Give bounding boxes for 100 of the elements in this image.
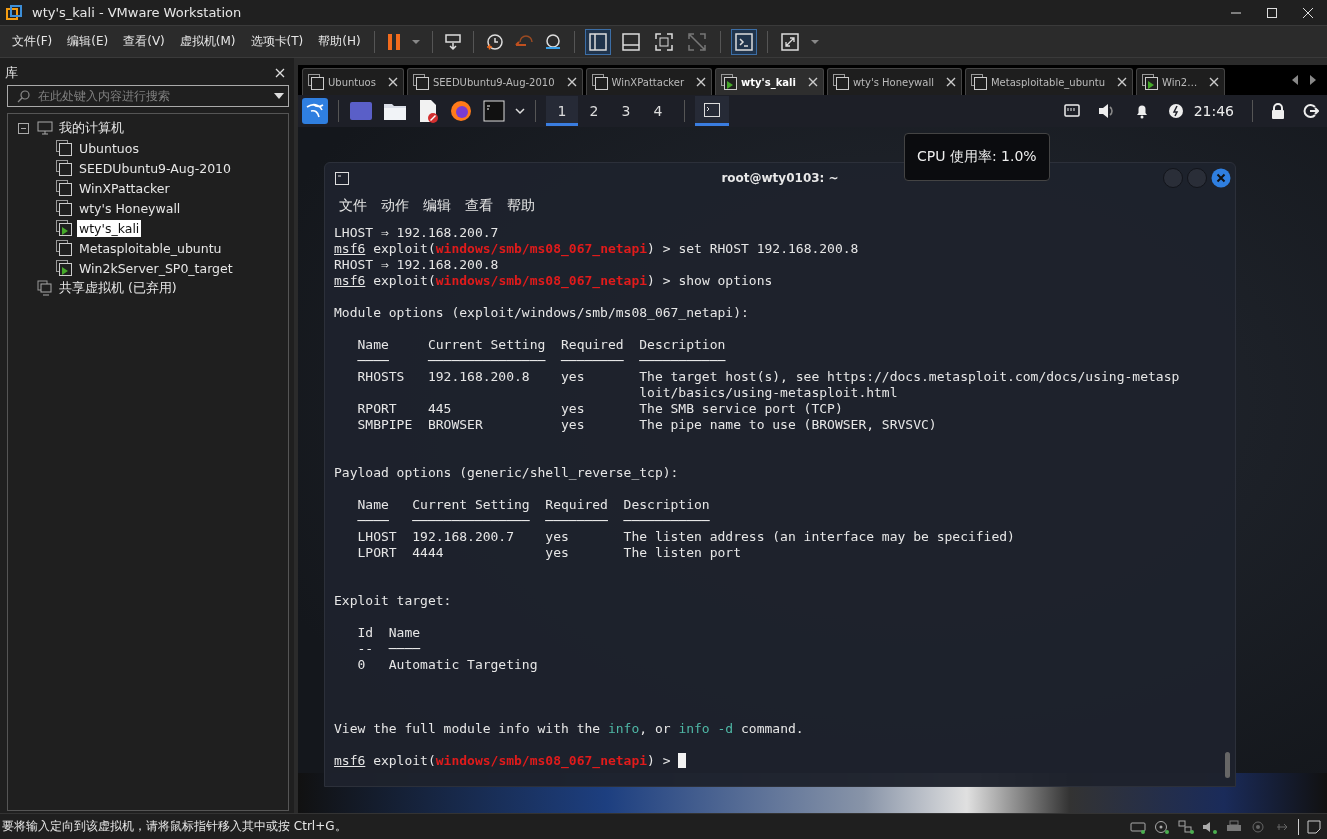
maximize-icon[interactable] [1266, 6, 1278, 19]
scroll-left-icon[interactable] [1291, 75, 1299, 85]
menu-item[interactable]: 文件 [339, 197, 367, 219]
menu-item[interactable]: 选项卡(T) [244, 33, 310, 50]
vm-icon [308, 74, 324, 90]
terminal-line: LPORT 4444 yes The listen port [356, 545, 741, 561]
terminal-line: Id Name [356, 625, 421, 641]
dropdown-caret-icon[interactable] [274, 93, 284, 99]
network-adapter-icon[interactable] [1178, 819, 1194, 834]
close-icon[interactable] [807, 77, 818, 87]
tree-item[interactable]: WinXPattacker [77, 179, 172, 197]
terminal-line: loit/basics/using-metasploit.html [638, 385, 898, 401]
terminal-line: msf6 exploit(windows/smb/ms08_067_netapi) > show options [334, 273, 773, 289]
workspace-button[interactable]: 2 [578, 96, 610, 126]
menu-item[interactable]: 文件(F) [6, 33, 59, 50]
terminal-line: Module options (exploit/windows/smb/ms08_067_netapi): [334, 305, 749, 321]
running-vm-icon [1142, 74, 1158, 90]
terminal-icon[interactable] [483, 100, 505, 122]
vm-tab[interactable]: SEEDUbuntu9-Aug-2010 [406, 68, 583, 95]
menu-item[interactable]: 虚拟机(M) [173, 33, 242, 50]
terminal-icon [704, 102, 720, 117]
sidebar-view-icon[interactable] [585, 29, 610, 54]
close-icon[interactable] [1117, 77, 1127, 87]
close-icon[interactable] [1209, 77, 1220, 87]
vm-icon [970, 74, 987, 90]
menu-item[interactable]: 动作 [381, 197, 409, 219]
stretch-icon[interactable] [778, 30, 801, 53]
vm-tab[interactable]: Ubuntuos [302, 68, 404, 95]
cd-icon[interactable] [1154, 819, 1170, 834]
terminal-line: ──── ─────────────── ──────── ─────────── [356, 353, 726, 369]
menu-item[interactable]: 帮助(H) [312, 33, 367, 50]
power-icon[interactable] [1167, 103, 1184, 119]
tree-item[interactable]: SEEDUbuntu9-Aug-2010 [77, 159, 234, 177]
tooltip: CPU 使用率: 1.0% [904, 133, 1050, 181]
collapse-icon[interactable] [18, 122, 29, 134]
app-logo-icon [6, 4, 22, 21]
tree-item[interactable]: 共享虚拟机 (已弃用) [57, 278, 179, 298]
status-message: 要将输入定向到该虚拟机，请将鼠标指针移入其中或按 Ctrl+G。 [2, 818, 347, 835]
workspace-button[interactable]: 3 [610, 96, 642, 126]
close-icon[interactable] [387, 77, 398, 87]
menu-item[interactable]: 编辑(E) [61, 33, 115, 50]
terminal-line: RHOSTS 192.168.200.8 yes The target host(s), see https://docs.metasploit.com/docs/using-metasp [356, 369, 1180, 385]
close-icon[interactable] [275, 68, 285, 78]
menu-item[interactable]: 查看 [465, 197, 493, 219]
vm-icon [56, 180, 72, 196]
tree-item[interactable]: Win2kServer_SP0_target [77, 259, 235, 277]
scroll-right-icon[interactable] [1309, 75, 1317, 85]
vm-icon [56, 160, 72, 176]
vm-icon [412, 74, 429, 90]
tree-item[interactable]: Metasploitable_ubuntu [77, 239, 224, 257]
note-icon[interactable] [1307, 819, 1321, 834]
scrollbar-thumb[interactable] [1225, 752, 1230, 778]
sound-icon[interactable] [1202, 819, 1218, 834]
menu-item[interactable]: 编辑 [423, 197, 451, 219]
clock[interactable]: 21:46 [1193, 103, 1234, 119]
vm-icon [56, 200, 72, 216]
vm-tab[interactable]: Win2… [1136, 68, 1226, 95]
volume-icon[interactable] [1097, 103, 1116, 119]
menu-item[interactable]: 帮助 [507, 197, 535, 219]
terminal-line: Exploit target: [334, 593, 452, 609]
snapshot-icon[interactable] [484, 32, 505, 51]
terminal-line: Name Current Setting Required Description [356, 497, 710, 513]
terminal-task-button[interactable] [695, 96, 729, 126]
close-icon[interactable] [566, 77, 577, 87]
terminal-line: LHOST ⇒ 192.168.200.7 [334, 225, 499, 241]
vm-tab[interactable]: wty's Honeywall [826, 68, 962, 95]
running-vm-icon [56, 260, 72, 276]
tree-item[interactable]: wty's Honeywall [77, 199, 183, 217]
tree-item[interactable]: 我的计算机 [57, 118, 126, 138]
workspace-button[interactable]: 1 [546, 96, 578, 126]
lock-icon[interactable] [1271, 103, 1285, 119]
menu-item[interactable]: 查看(V) [117, 33, 171, 50]
terminal-icon [335, 171, 349, 185]
panel-title: 库 [5, 64, 18, 82]
search-field[interactable]: 在此处键入内容进行搜索 [7, 85, 289, 107]
text-editor-icon[interactable] [417, 99, 439, 123]
logout-icon[interactable] [1303, 103, 1319, 119]
vm-tab[interactable]: wty's_kali [715, 68, 824, 95]
text-cursor [678, 753, 687, 768]
network-icon[interactable] [1063, 104, 1080, 118]
terminal-line: RHOST ⇒ 192.168.200.8 [334, 257, 499, 273]
vm-icon [56, 140, 72, 156]
close-icon[interactable] [696, 77, 707, 87]
computer-icon [37, 120, 53, 136]
vm-tab[interactable]: WinXPattacker [585, 68, 713, 95]
terminal-line: RPORT 445 yes The SMB service port (TCP) [356, 401, 843, 417]
printer-icon[interactable] [1226, 819, 1242, 834]
terminal-line: View the full module info with the info, or info -d command. [334, 721, 804, 737]
tree-item[interactable]: Ubuntuos [77, 139, 141, 157]
close-icon[interactable] [1302, 6, 1314, 19]
caret-icon[interactable] [515, 107, 525, 115]
pause-icon[interactable] [385, 32, 402, 51]
tree-item[interactable]: wty's_kali [77, 219, 142, 237]
vm-tab[interactable]: Metasploitable_ubuntu [964, 68, 1133, 95]
console-view-icon[interactable] [731, 29, 756, 54]
search-icon [17, 89, 31, 103]
terminal-line: Payload options (generic/shell_reverse_tcp): [334, 465, 679, 481]
close-icon[interactable] [945, 77, 956, 87]
vm-icon [56, 240, 72, 256]
workspace-button[interactable]: 4 [642, 96, 674, 126]
